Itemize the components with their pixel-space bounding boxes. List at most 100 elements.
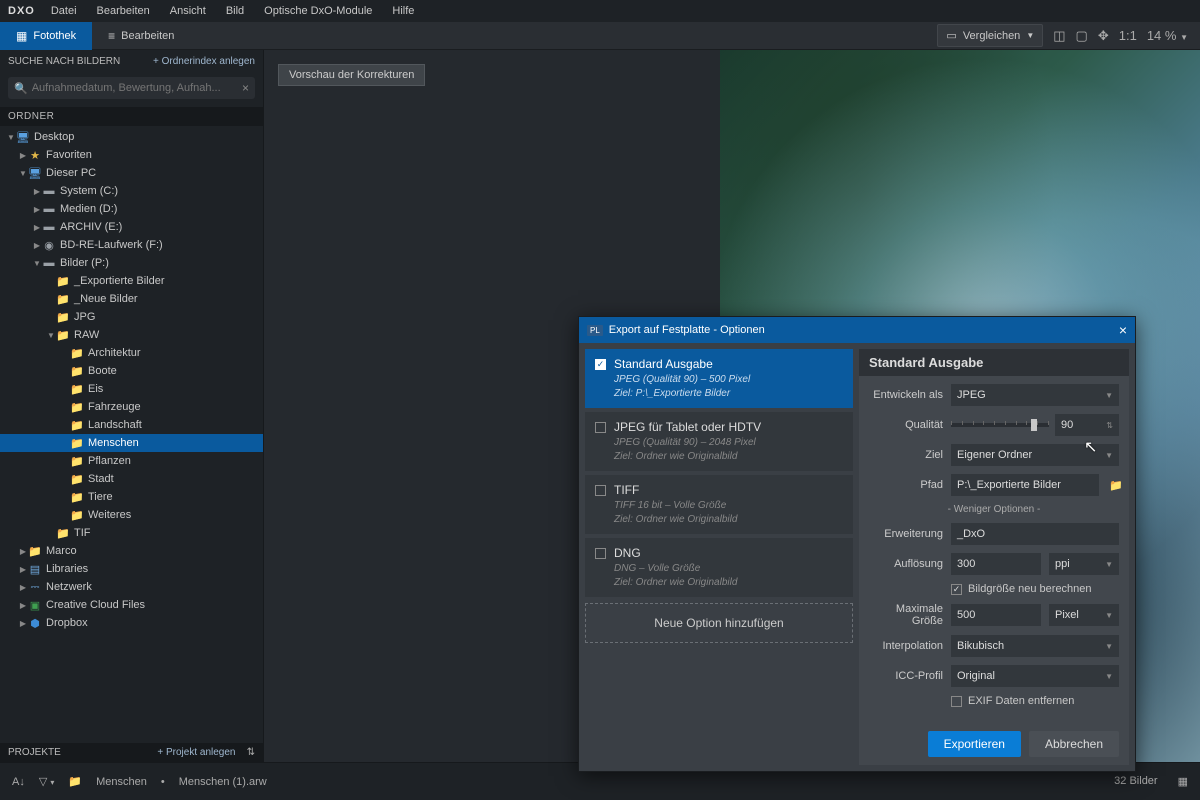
menu-hilfe[interactable]: Hilfe <box>382 5 424 17</box>
tree-architektur[interactable]: 📁Architektur <box>0 344 263 362</box>
grid-view-icon[interactable]: ▦ <box>1178 775 1188 788</box>
folder-tree: ▼🖥Desktop ▶★Favoriten ▼🖥Dieser PC ▶▬Syst… <box>0 126 263 743</box>
cancel-button[interactable]: Abbrechen <box>1029 731 1119 757</box>
tree-eis[interactable]: 📁Eis <box>0 380 263 398</box>
menu-bearbeiten[interactable]: Bearbeiten <box>87 5 160 17</box>
sort-az-icon[interactable]: A↓ <box>12 776 25 788</box>
tree-weiteres[interactable]: 📁Weiteres <box>0 506 263 524</box>
preset-tablet-hdtv[interactable]: JPEG für Tablet oder HDTV JPEG (Qualität… <box>585 412 853 471</box>
search-input[interactable] <box>32 82 242 94</box>
slider-thumb[interactable] <box>1031 419 1037 431</box>
tree-raw[interactable]: ▼📁RAW <box>0 326 263 344</box>
tree-bilder-p[interactable]: ▼▬Bilder (P:) <box>0 254 263 272</box>
tree-netzwerk[interactable]: ▶⎓Netzwerk <box>0 578 263 596</box>
menu-datei[interactable]: Datei <box>41 5 87 17</box>
dialog-titlebar[interactable]: PL Export auf Festplatte - Optionen × <box>579 317 1135 343</box>
menu-ansicht[interactable]: Ansicht <box>160 5 216 17</box>
dropbox-icon: ⬢ <box>28 617 42 630</box>
filter-icon[interactable]: ▽ ▾ <box>39 775 55 788</box>
tree-neue-bilder[interactable]: 📁_Neue Bilder <box>0 290 263 308</box>
tree-system-c[interactable]: ▶▬System (C:) <box>0 182 263 200</box>
preset-dng[interactable]: DNG DNG – Volle Größe Ziel: Ordner wie O… <box>585 538 853 597</box>
label-ziel: Ziel <box>869 449 943 461</box>
tree-medien-d[interactable]: ▶▬Medien (D:) <box>0 200 263 218</box>
compare-button[interactable]: ▭ Vergleichen ▼ <box>937 24 1043 47</box>
layout-split-icon[interactable]: ◫ <box>1053 28 1065 44</box>
icc-select[interactable]: Original▼ <box>951 665 1119 687</box>
chevron-down-icon: ▼ <box>1105 560 1113 569</box>
select-entwickeln[interactable]: JPEG▼ <box>951 384 1119 406</box>
folder-icon: 📁 <box>70 455 84 468</box>
checkbox-icon[interactable] <box>595 485 606 496</box>
add-index-link[interactable]: + Ordnerindex anlegen <box>153 56 255 67</box>
quality-slider[interactable] <box>951 423 1049 427</box>
tree-jpg[interactable]: 📁JPG <box>0 308 263 326</box>
quality-value[interactable]: 90⇅ <box>1055 414 1119 436</box>
tree-dropbox[interactable]: ▶⬢Dropbox <box>0 614 263 632</box>
label-max-groesse: Maximale Größe <box>869 603 943 627</box>
tree-desktop[interactable]: ▼🖥Desktop <box>0 128 263 146</box>
preset-standard[interactable]: ✓Standard Ausgabe JPEG (Qualität 90) – 5… <box>585 349 853 408</box>
clear-search-icon[interactable]: × <box>242 81 249 95</box>
resolution-field[interactable]: 300 <box>951 553 1041 575</box>
zoom-ratio-label[interactable]: 1:1 <box>1119 28 1137 43</box>
resolution-unit-select[interactable]: ppi▼ <box>1049 553 1119 575</box>
mode-fotothek[interactable]: ▦ Fotothek <box>0 22 92 50</box>
checkbox-resize[interactable]: ✓ <box>951 584 962 595</box>
tree-dieser-pc[interactable]: ▼🖥Dieser PC <box>0 164 263 182</box>
menu-dxo-module[interactable]: Optische DxO-Module <box>254 5 382 17</box>
tree-ccf[interactable]: ▶▣Creative Cloud Files <box>0 596 263 614</box>
browse-folder-icon[interactable]: 📁 <box>1109 479 1123 492</box>
add-project-link[interactable]: + Projekt anlegen <box>157 747 235 758</box>
checkbox-icon[interactable] <box>595 548 606 559</box>
tree-tif[interactable]: 📁TIF <box>0 524 263 542</box>
tree-menschen[interactable]: 📁Menschen <box>0 434 263 452</box>
tree-marco[interactable]: ▶📁Marco <box>0 542 263 560</box>
folder-icon: 📁 <box>56 329 70 342</box>
preview-corrections-chip[interactable]: Vorschau der Korrekturen <box>278 64 425 86</box>
export-dialog: PL Export auf Festplatte - Optionen × ✓S… <box>578 316 1136 772</box>
label-interpolation: Interpolation <box>869 640 943 652</box>
checkbox-exif[interactable] <box>951 696 962 707</box>
checkbox-icon[interactable]: ✓ <box>595 359 606 370</box>
crop-icon[interactable]: ▢ <box>1076 28 1088 44</box>
export-button[interactable]: Exportieren <box>928 731 1021 757</box>
tree-pflanzen[interactable]: 📁Pflanzen <box>0 452 263 470</box>
menu-bild[interactable]: Bild <box>216 5 254 17</box>
max-size-field[interactable]: 500 <box>951 604 1041 626</box>
tree-boote[interactable]: 📁Boote <box>0 362 263 380</box>
spinner-icon[interactable]: ⇅ <box>1106 421 1113 430</box>
path-field[interactable]: P:\_Exportierte Bilder <box>951 474 1099 496</box>
zoom-level[interactable]: 14 % ▼ <box>1147 28 1188 43</box>
checkbox-icon[interactable] <box>595 422 606 433</box>
compare-icon: ▭ <box>946 29 956 42</box>
close-icon[interactable]: × <box>1119 322 1127 338</box>
max-size-unit-select[interactable]: Pixel▼ <box>1049 604 1119 626</box>
chevron-down-icon: ▼ <box>1105 642 1113 651</box>
tree-bdre-f[interactable]: ▶◉BD-RE-Laufwerk (F:) <box>0 236 263 254</box>
chevron-down-icon: ▼ <box>1105 672 1113 681</box>
breadcrumb-folder[interactable]: Menschen <box>96 776 147 788</box>
preset-tiff[interactable]: TIFF TIFF 16 bit – Volle Größe Ziel: Ord… <box>585 475 853 534</box>
breadcrumb-file[interactable]: Menschen (1).arw <box>179 776 267 788</box>
tree-landschaft[interactable]: 📁Landschaft <box>0 416 263 434</box>
libraries-icon: ▤ <box>28 563 42 576</box>
tree-fahrzeuge[interactable]: 📁Fahrzeuge <box>0 398 263 416</box>
mode-bearbeiten[interactable]: ≡ Bearbeiten <box>92 22 190 50</box>
creative-cloud-icon: ▣ <box>28 599 42 612</box>
add-option-button[interactable]: Neue Option hinzufügen <box>585 603 853 643</box>
toggle-options-link[interactable]: - Weniger Optionen - <box>869 504 1119 515</box>
label-pfad: Pfad <box>869 479 943 491</box>
tree-stadt[interactable]: 📁Stadt <box>0 470 263 488</box>
suffix-field[interactable]: _DxO <box>951 523 1119 545</box>
tree-archiv-e[interactable]: ▶▬ARCHIV (E:) <box>0 218 263 236</box>
tree-favoriten[interactable]: ▶★Favoriten <box>0 146 263 164</box>
tree-exportierte[interactable]: 📁_Exportierte Bilder <box>0 272 263 290</box>
sort-icon[interactable]: ⇅ <box>247 747 255 758</box>
interpolation-select[interactable]: Bikubisch▼ <box>951 635 1119 657</box>
search-box[interactable]: 🔍 × <box>8 77 255 99</box>
tree-libraries[interactable]: ▶▤Libraries <box>0 560 263 578</box>
move-icon[interactable]: ✥ <box>1098 28 1109 44</box>
select-ziel[interactable]: Eigener Ordner▼ <box>951 444 1119 466</box>
tree-tiere[interactable]: 📁Tiere <box>0 488 263 506</box>
